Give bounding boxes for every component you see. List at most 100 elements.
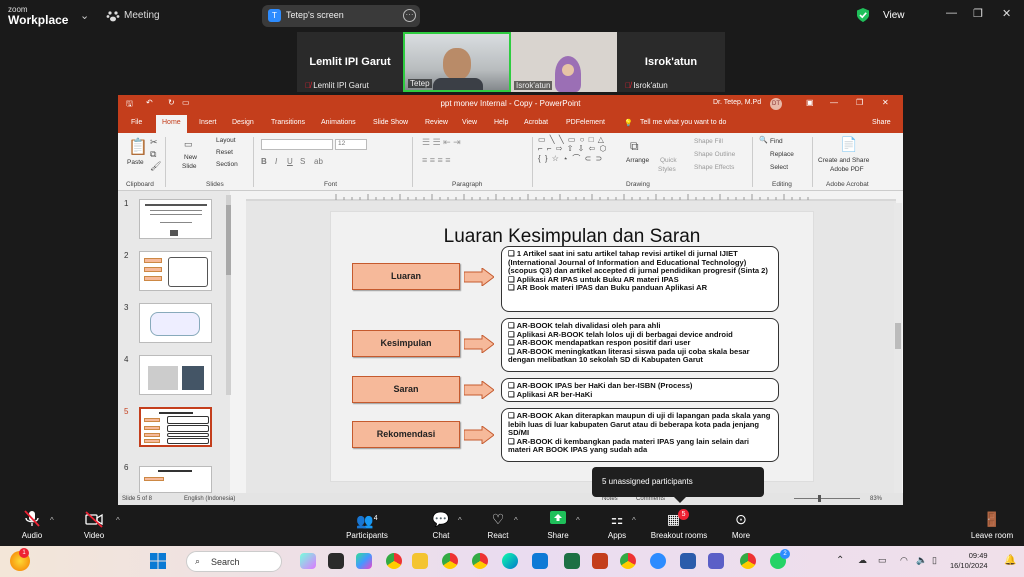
- bold-button[interactable]: B: [261, 157, 267, 166]
- find-button[interactable]: Find: [770, 138, 783, 145]
- zoom-icon[interactable]: [650, 553, 666, 569]
- teams-icon[interactable]: [708, 553, 724, 569]
- shape-outline-button[interactable]: Shape Outline: [694, 151, 735, 158]
- chevron-up-icon[interactable]: ^: [576, 516, 580, 525]
- wifi-icon[interactable]: ◠: [900, 555, 908, 566]
- replace-button[interactable]: Replace: [770, 151, 794, 158]
- copilot-icon[interactable]: [356, 553, 372, 569]
- new-slide-icon[interactable]: ▭: [184, 139, 193, 150]
- align-icon[interactable]: ≡ ≡ ≡ ≡: [422, 155, 451, 165]
- adobe-pdf-icon[interactable]: 📄: [840, 136, 857, 153]
- widgets-icon[interactable]: [300, 553, 316, 569]
- edge-icon[interactable]: [502, 553, 518, 569]
- content-box-kesimpulan[interactable]: ❑ AR-BOOK telah divalidasi oleh para ahl…: [501, 318, 779, 372]
- zoom-slider-thumb[interactable]: [818, 495, 821, 502]
- shapes-gallery[interactable]: ▭ ╲ ╲ ▭ ○ □ △ ⌐ ⌐ ⇨ ⇧ ⇩ ⇦ ⬡{ } ☆ ⋆ ⌒ ⊂ ⊃: [538, 135, 607, 164]
- zoom-level[interactable]: 83%: [870, 496, 882, 502]
- reset-button[interactable]: Reset: [216, 149, 233, 156]
- zoom-slider[interactable]: [794, 498, 860, 499]
- start-button-icon[interactable]: [150, 553, 166, 569]
- label-box-rekomendasi[interactable]: Rekomendasi: [352, 421, 460, 448]
- tab-pdfelement[interactable]: PDFelement: [566, 119, 605, 126]
- speaker-icon[interactable]: 🔈: [916, 555, 927, 566]
- cut-icon[interactable]: ✂: [150, 137, 158, 148]
- slide-thumbnail-3[interactable]: [139, 303, 212, 343]
- tab-acrobat[interactable]: Acrobat: [524, 119, 548, 126]
- font-family-select[interactable]: [261, 139, 333, 150]
- view-button[interactable]: View: [883, 10, 905, 21]
- excel-icon[interactable]: [564, 553, 580, 569]
- layout-button[interactable]: Layout: [216, 137, 236, 144]
- quick-styles-label-1[interactable]: Quick: [660, 157, 677, 164]
- tab-slide-show[interactable]: Slide Show: [373, 119, 408, 126]
- slide-thumbnail-1[interactable]: [139, 199, 212, 239]
- font-size-select[interactable]: 12: [335, 139, 367, 150]
- chevron-up-icon[interactable]: ⌃: [836, 555, 844, 566]
- chevron-down-icon[interactable]: ⌄: [80, 9, 89, 22]
- arrange-icon[interactable]: ⧉: [630, 139, 639, 154]
- tab-review[interactable]: Review: [425, 119, 448, 126]
- section-button[interactable]: Section: [216, 161, 238, 168]
- task-view-icon[interactable]: [328, 553, 344, 569]
- label-box-kesimpulan[interactable]: Kesimpulan: [352, 330, 460, 357]
- chrome-icon[interactable]: [472, 553, 488, 569]
- cloud-icon[interactable]: ☁: [858, 555, 867, 566]
- tab-file[interactable]: File: [131, 119, 142, 126]
- restore-icon[interactable]: ❐: [856, 98, 863, 107]
- shield-check-icon[interactable]: [856, 7, 870, 23]
- share-button[interactable]: Share: [872, 119, 891, 126]
- paste-button[interactable]: Paste: [127, 159, 144, 166]
- react-button[interactable]: ♡ React: [480, 510, 516, 540]
- participant-tile[interactable]: Isrok'atun: [511, 32, 617, 92]
- taskbar-search-box[interactable]: ⌕ Search: [186, 551, 282, 572]
- tab-help[interactable]: Help: [494, 119, 508, 126]
- apps-button[interactable]: ⚏ Apps: [600, 510, 634, 540]
- whatsapp-icon[interactable]: 2: [770, 549, 790, 569]
- store-icon[interactable]: [532, 553, 548, 569]
- tab-insert[interactable]: Insert: [199, 119, 217, 126]
- system-clock[interactable]: 09:49 16/10/2024: [950, 551, 988, 571]
- content-box-saran[interactable]: ❑ AR-BOOK IPAS ber HaKi dan ber-ISBN (Pr…: [501, 378, 779, 402]
- word-icon[interactable]: [680, 553, 696, 569]
- tab-home[interactable]: Home: [156, 115, 187, 133]
- participants-button[interactable]: 👥4 Participants: [342, 510, 392, 540]
- weather-icon[interactable]: 1: [10, 548, 30, 571]
- minimize-icon[interactable]: —: [830, 98, 838, 107]
- notification-bell-icon[interactable]: 🔔: [1004, 555, 1016, 566]
- select-button[interactable]: Select: [770, 164, 788, 171]
- screen-share-pill[interactable]: T Tetep's screen ···: [262, 5, 420, 27]
- paste-icon[interactable]: 📋: [128, 137, 148, 157]
- label-box-saran[interactable]: Saran: [352, 376, 460, 403]
- label-box-luaran[interactable]: Luaran: [352, 263, 460, 290]
- language-indicator[interactable]: English (Indonesia): [184, 496, 235, 502]
- shape-fill-button[interactable]: Shape Fill: [694, 138, 723, 145]
- underline-button[interactable]: U: [287, 157, 293, 166]
- more-button[interactable]: ⊙ More: [724, 510, 758, 540]
- slide-thumbnail-6[interactable]: [139, 466, 212, 493]
- tab-view[interactable]: View: [462, 119, 477, 126]
- ribbon-display-icon[interactable]: ▣: [806, 98, 814, 107]
- find-icon[interactable]: 🔍: [759, 136, 768, 144]
- copy-icon[interactable]: ⧉: [150, 149, 156, 160]
- breakout-rooms-button[interactable]: ▦ 5 Breakout rooms: [646, 509, 712, 540]
- italic-button[interactable]: I: [275, 157, 277, 166]
- quick-styles-label-2[interactable]: Styles: [658, 166, 676, 173]
- leave-room-button[interactable]: 🚪 Leave room: [966, 510, 1018, 540]
- chevron-up-icon[interactable]: ^: [632, 516, 636, 525]
- shape-effects-button[interactable]: Shape Effects: [694, 164, 734, 171]
- powerpoint-icon[interactable]: [592, 553, 608, 569]
- restore-icon[interactable]: ❐: [973, 7, 983, 20]
- chevron-up-icon[interactable]: ^: [116, 516, 120, 525]
- tab-design[interactable]: Design: [232, 119, 254, 126]
- slide-thumbnail-5[interactable]: [139, 407, 212, 447]
- format-painter-icon[interactable]: 🖌: [150, 161, 161, 172]
- slide-canvas[interactable]: Luaran Kesimpulan dan Saran Luaran ❑ 1 A…: [330, 211, 814, 482]
- create-share-label-2[interactable]: Adobe PDF: [830, 166, 864, 173]
- strikethrough-button[interactable]: ab: [314, 157, 323, 166]
- chat-button[interactable]: 💬 Chat: [424, 510, 458, 540]
- participant-tile[interactable]: Isrok'atun 🎙̸ Isrok'atun: [617, 32, 725, 92]
- canvas-scrollbar[interactable]: [894, 203, 902, 493]
- chrome-icon[interactable]: [442, 553, 458, 569]
- new-slide-label-1[interactable]: New: [184, 154, 197, 161]
- minimize-icon[interactable]: —: [946, 7, 957, 19]
